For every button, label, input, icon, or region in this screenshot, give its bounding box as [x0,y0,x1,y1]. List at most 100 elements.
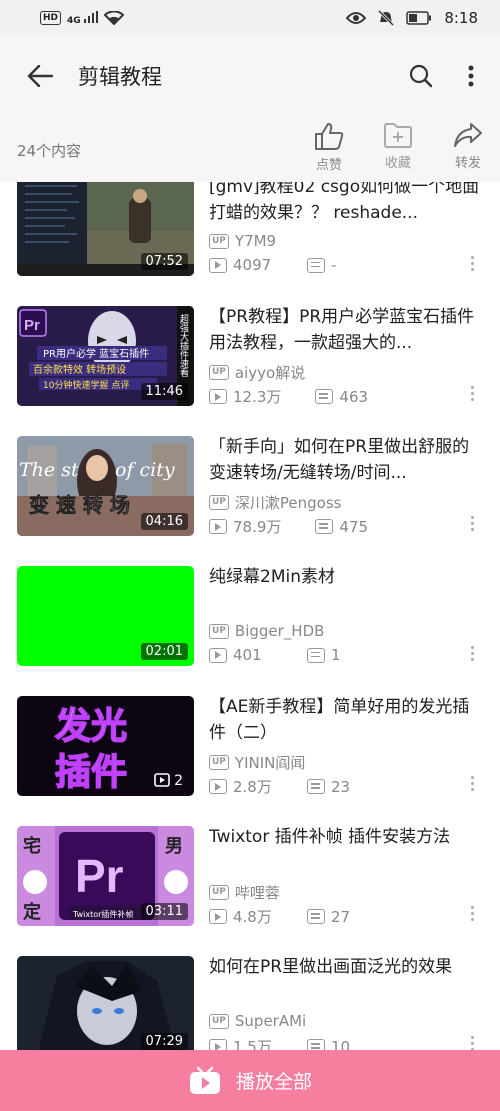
danmaku-icon [307,779,325,794]
up-badge-icon: UP [209,755,229,770]
play-count-icon [209,1039,227,1050]
favorite-button[interactable]: 收藏 [371,122,425,171]
play-count-icon [209,647,227,663]
thumbnail-caption: Twixtor插件补帧 [72,909,133,919]
thumbnail-caption: 宅 [23,835,41,857]
search-icon [409,64,433,88]
more-options-button[interactable] [446,46,496,106]
item-more-button[interactable] [468,646,476,661]
video-thumbnail[interactable]: The st of city 变 速 转 场 04:16 [17,436,194,536]
play-count: 401 [233,646,262,664]
thumbnail-caption: 10分钟快速学握 点评 [43,379,129,391]
uploader-line: UP aiyyo解说 [209,362,305,383]
clock: 8:18 [444,9,478,27]
uploader-name[interactable]: 深川漱Pengoss [235,492,342,513]
uploader-line: UP 哔哩蓉 [209,882,280,903]
video-item[interactable]: 02:01 纯绿幕2Min素材 UP Bigger_HDB 401 1 [0,566,500,676]
share-label: 转发 [454,156,481,171]
thumbnail-caption: 百余款特效 转场预设 [33,363,126,376]
video-thumbnail[interactable]: 07:52 [17,182,194,276]
danmaku-count: 10 [331,1037,351,1051]
thumbnail-caption: The st [19,459,79,481]
video-title[interactable]: 【AE新手教程】简单好用的发光插件（二） [209,694,481,746]
play-all-button[interactable]: 播放全部 [0,1050,500,1111]
play-count-icon [209,257,227,273]
uploader-name[interactable]: YININ阎闻 [235,752,305,773]
danmaku-icon [307,909,325,924]
video-title[interactable]: Twixtor 插件补帧 插件安装方法 [209,824,481,850]
pr-logo: Pr [24,317,40,334]
up-badge-icon: UP [209,365,229,380]
thumbnail-caption: 定 [23,901,41,923]
danmaku-icon [307,647,325,663]
video-item[interactable]: 07:29 如何在PR里做出画面泛光的效果 UP SuperAMi 1.5万 1… [0,956,500,1050]
thumbnail-caption: PR用户必学 蓝宝石插件 [43,347,149,360]
play-count: 12.3万 [233,388,282,406]
danmaku-count: 475 [339,517,369,536]
share-button[interactable]: 转发 [441,122,495,171]
stats-line: 12.3万 463 [209,386,368,407]
arrow-left-icon [27,65,53,87]
wifi-icon [103,11,124,25]
video-title[interactable]: 【PR教程】PR用户必学蓝宝石插件用法教程，一款超强大的... [209,304,481,356]
stats-line: 2.8万 23 [209,776,350,797]
mute-bell-icon [378,10,395,26]
play-count-icon [209,519,227,534]
video-title[interactable]: 纯绿幕2Min素材 [209,564,481,590]
thumbs-up-icon [315,123,344,150]
video-thumbnail[interactable]: 发光 插件 2 [17,696,194,796]
duration-badge: 11:46 [140,383,188,400]
video-item[interactable]: 发光 插件 2 【AE新手教程】简单好用的发光插件（二） UP YININ阎闻 … [0,696,500,806]
stats-line: 1.5万 10 [209,1036,350,1050]
play-count: 1.5万 [233,1038,272,1050]
danmaku-count: - [331,256,337,274]
play-count: 4097 [233,256,272,274]
duration-badge: 07:29 [140,1033,188,1050]
danmaku-icon [315,389,334,404]
video-thumbnail[interactable]: 02:01 [17,566,194,666]
item-more-button[interactable] [468,516,476,531]
share-arrow-icon [454,123,482,147]
uploader-name[interactable]: SuperAMi [235,1012,306,1030]
battery-icon [406,11,432,25]
like-button[interactable]: 点赞 [302,122,356,173]
uploader-name[interactable]: Y7M9 [235,232,276,250]
duration-badge: 07:52 [140,253,188,270]
danmaku-count: 27 [331,907,351,926]
uploader-name[interactable]: 哔哩蓉 [235,882,280,903]
stats-line: 78.9万 475 [209,516,368,537]
play-count-icon [209,909,227,924]
duration-badge: 04:16 [140,513,188,530]
danmaku-count: 463 [339,387,369,406]
eye-icon [346,12,367,24]
folder-plus-icon [384,123,412,148]
play-all-label: 播放全部 [235,1071,312,1093]
item-more-button[interactable] [468,256,476,271]
video-item[interactable]: 宅 定 男 Pr Twixtor插件补帧 03:11 Twixtor 插件补帧 … [0,826,500,936]
video-thumbnail[interactable]: Pr PR用户必学 蓝宝石插件 百余款特效 转场预设 10分钟快速学握 点评 超… [17,306,194,406]
search-button[interactable] [396,46,446,106]
status-bar: HD 4G 8:18 [0,0,500,36]
video-thumbnail[interactable]: 宅 定 男 Pr Twixtor插件补帧 03:11 [17,826,194,926]
video-title[interactable]: 如何在PR里做出画面泛光的效果 [209,954,481,1006]
up-badge-icon: UP [209,1013,229,1029]
back-button[interactable] [10,46,70,106]
item-more-button[interactable] [468,1036,476,1050]
item-more-button[interactable] [468,776,476,791]
item-more-button[interactable] [468,386,476,401]
uploader-line: UP Bigger_HDB [209,622,324,640]
video-thumbnail[interactable]: 07:29 [17,956,194,1050]
uploader-name[interactable]: aiyyo解说 [235,362,305,383]
stats-line: 4.8万 27 [209,906,350,927]
thumbnail-caption: 插件 [55,752,127,793]
video-item[interactable]: 07:52 [gmv]教程02 csgo如何做一个地面打蜡的效果？？ resha… [0,182,500,286]
video-title[interactable]: [gmv]教程02 csgo如何做一个地面打蜡的效果？？ reshade... [209,182,481,226]
uploader-name[interactable]: Bigger_HDB [235,622,325,640]
danmaku-count: 23 [331,777,351,796]
item-more-button[interactable] [468,906,476,921]
up-badge-icon: UP [209,495,229,510]
video-item[interactable]: The st of city 变 速 转 场 04:16 「新手向」如何在PR里… [0,436,500,546]
video-item[interactable]: Pr PR用户必学 蓝宝石插件 百余款特效 转场预设 10分钟快速学握 点评 超… [0,306,500,416]
like-label: 点赞 [315,158,342,173]
video-title[interactable]: 「新手向」如何在PR里做出舒服的变速转场/无缝转场/时间... [209,434,481,486]
